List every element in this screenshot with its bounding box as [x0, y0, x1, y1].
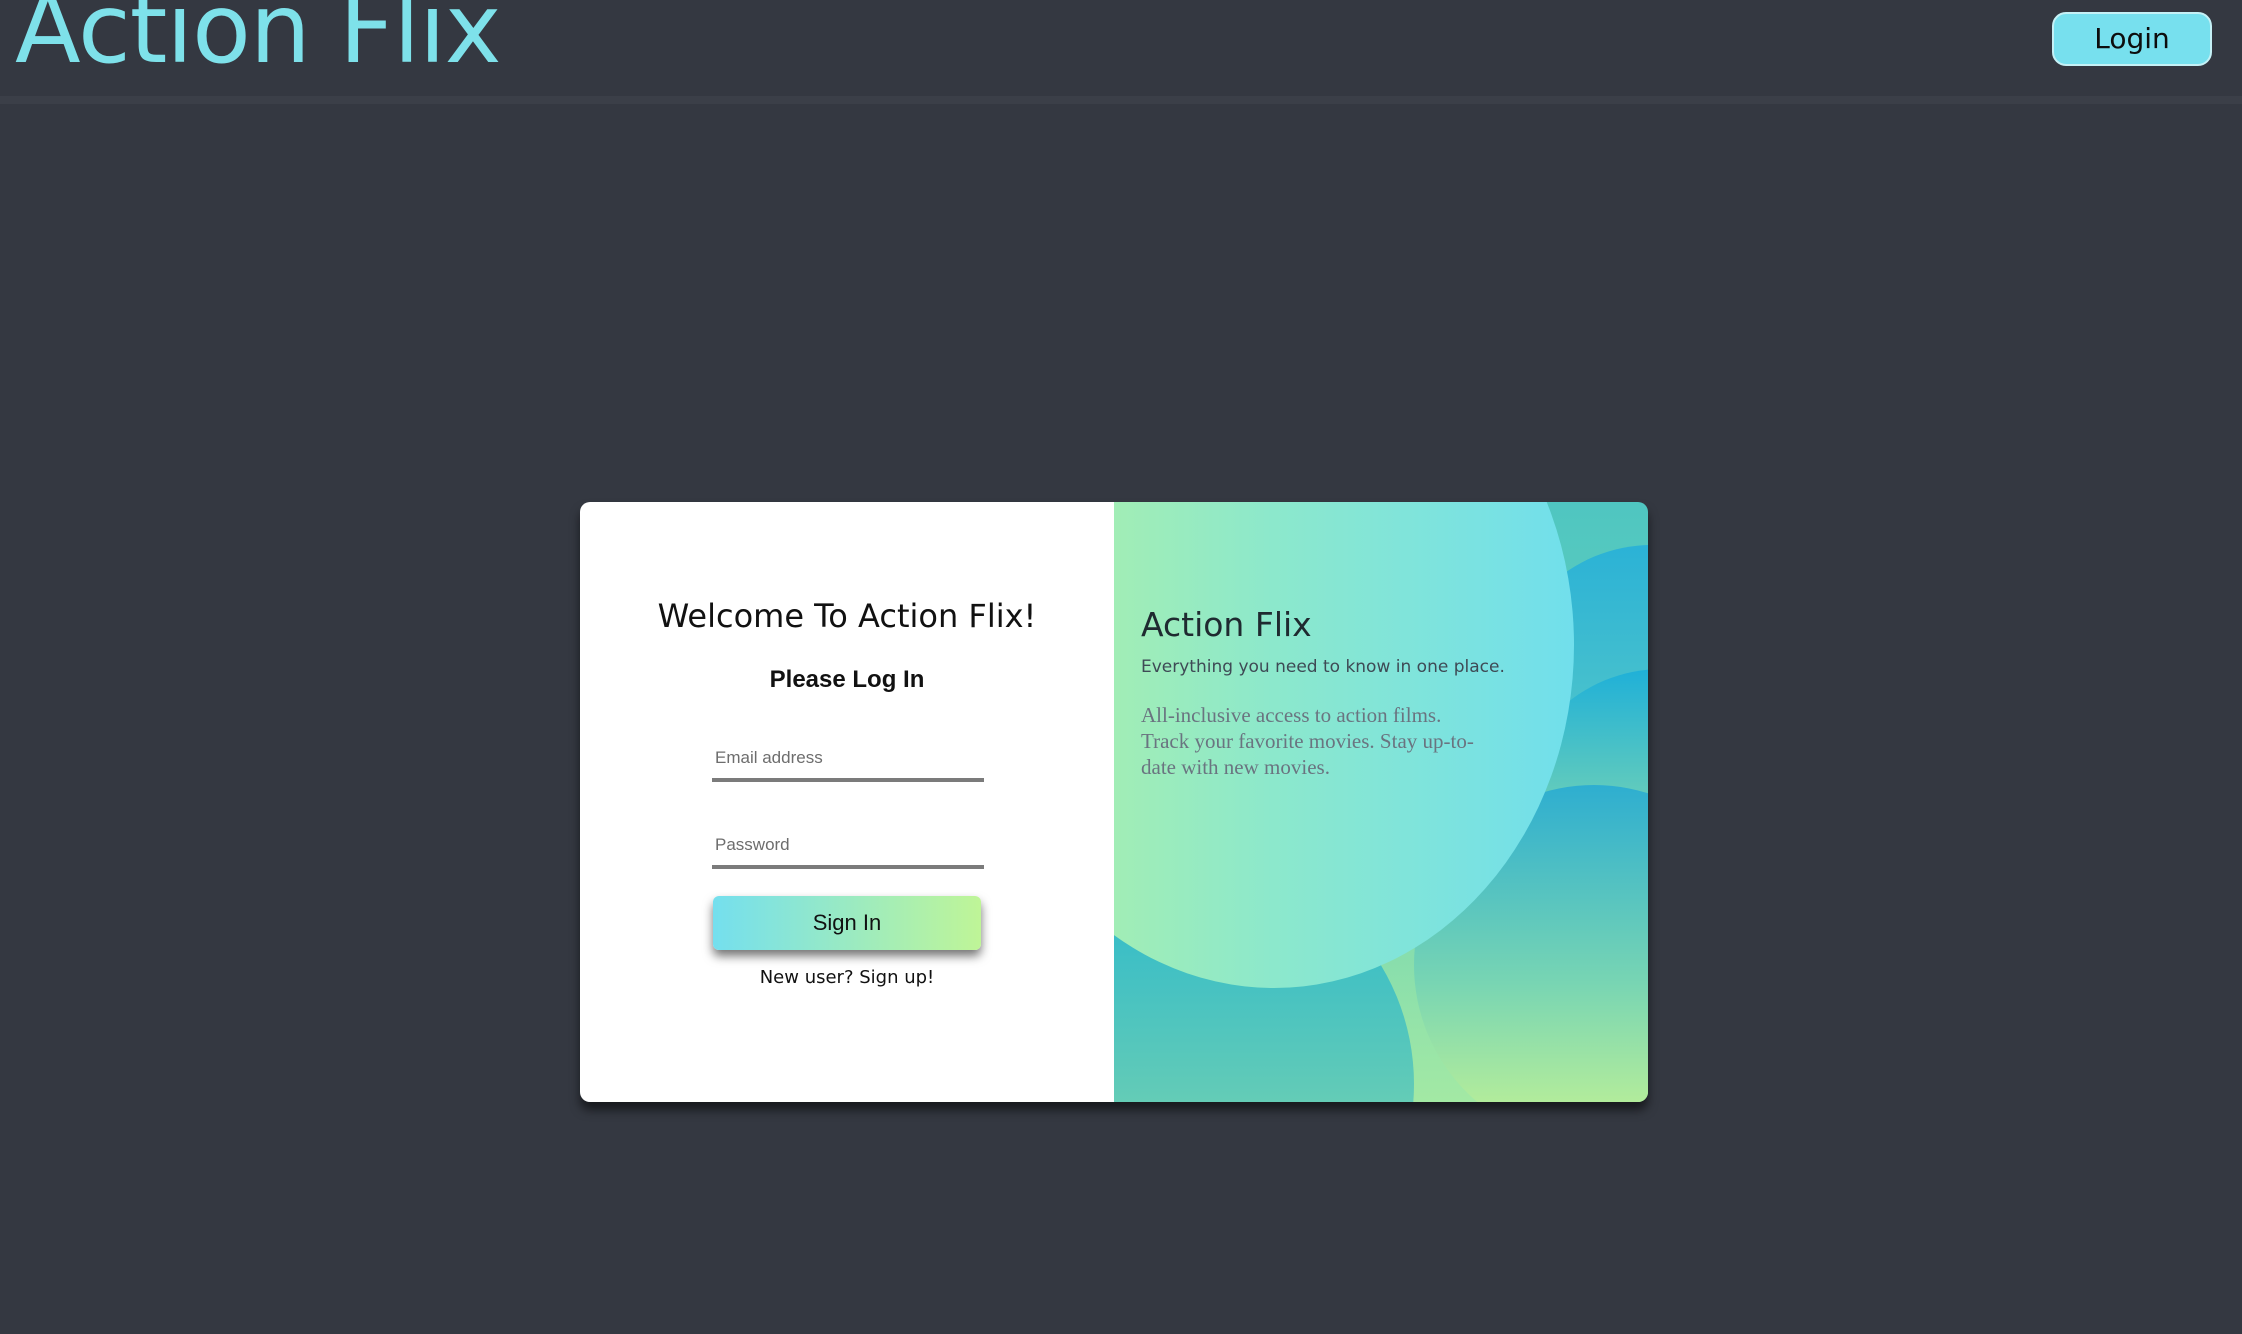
email-field[interactable] [712, 738, 984, 782]
promo-description: All-inclusive access to action films. Tr… [1141, 703, 1474, 779]
welcome-heading: Welcome To Action Flix! [657, 597, 1037, 635]
login-card: Welcome To Action Flix! Please Log In Si… [580, 502, 1648, 1102]
login-form-panel: Welcome To Action Flix! Please Log In Si… [580, 502, 1114, 1102]
top-navbar: Action Flix Login [0, 0, 2242, 104]
brand-logo-text[interactable]: Action Flix [15, 0, 502, 84]
login-subtitle: Please Log In [769, 666, 925, 693]
promo-tagline: Everything you need to know in one place… [1141, 657, 1505, 677]
password-field[interactable] [712, 825, 984, 869]
sign-in-button[interactable]: Sign In [713, 896, 981, 950]
promo-title: Action Flix [1141, 605, 1312, 644]
login-button[interactable]: Login [2052, 12, 2212, 66]
sign-up-link[interactable]: New user? Sign up! [580, 967, 1114, 988]
promo-panel: Action Flix Everything you need to know … [1114, 502, 1648, 1102]
